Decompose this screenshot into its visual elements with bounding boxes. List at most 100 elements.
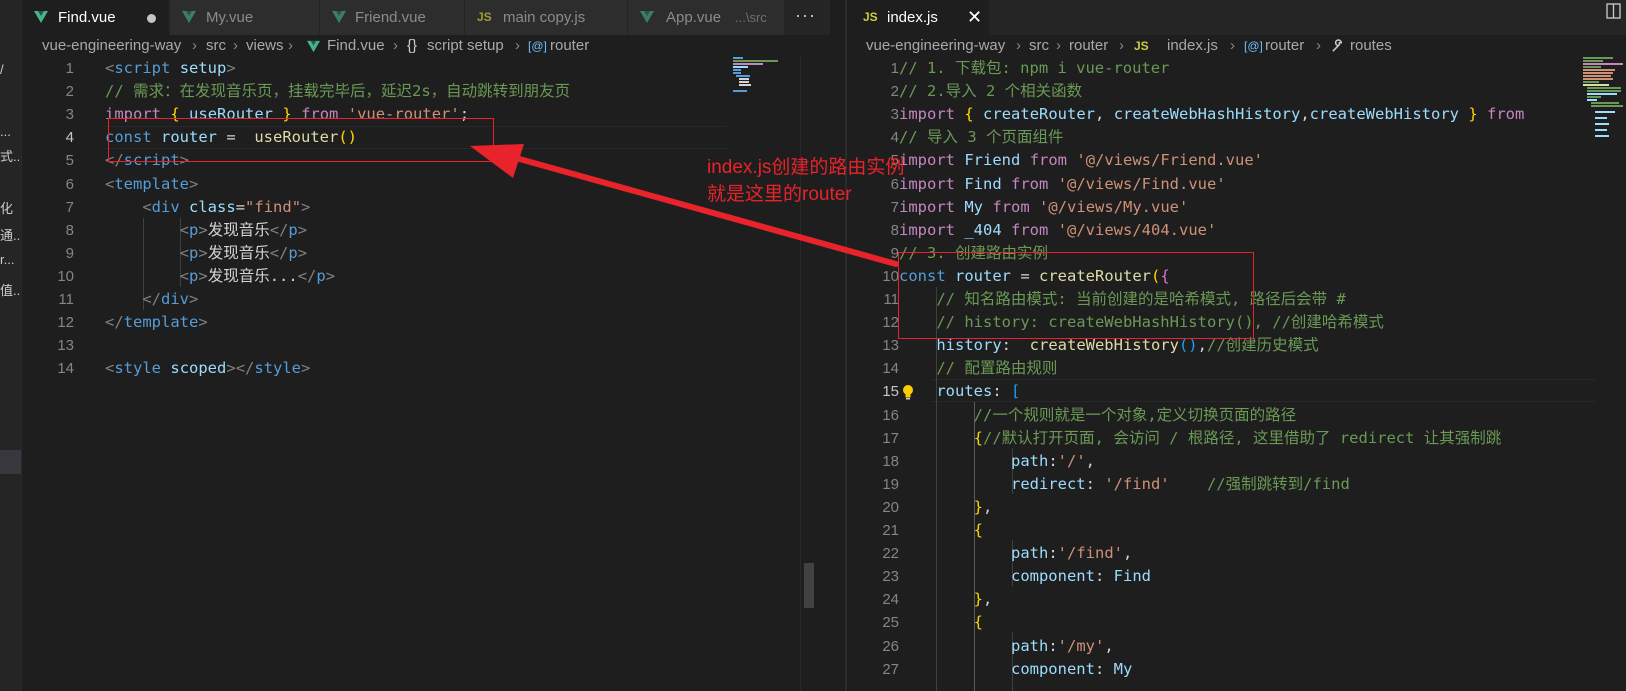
code-line[interactable]: <template>	[105, 173, 198, 196]
line-number[interactable]: 21	[847, 519, 899, 542]
code-line[interactable]: path:'/my',	[899, 635, 1114, 658]
line-number[interactable]: 22	[847, 542, 899, 565]
line-number[interactable]: 13	[847, 334, 899, 357]
line-number[interactable]: 12	[847, 311, 899, 334]
code-line[interactable]: import { createRouter, createWebHashHist…	[899, 103, 1524, 126]
breadcrumb-item[interactable]: vue-engineering-way	[866, 35, 1005, 57]
breadcrumb-item[interactable]: router	[1069, 35, 1108, 57]
code-line[interactable]: // 配置路由规则	[899, 357, 1057, 380]
code-line[interactable]: import _404 from '@/views/404.vue'	[899, 219, 1216, 242]
code-line[interactable]: },	[899, 496, 993, 519]
code-line[interactable]: {//默认打开页面, 会访问 / 根路径, 这里借助了 redirect 让其强…	[899, 427, 1502, 450]
explorer-selected-row[interactable]	[0, 450, 21, 474]
explorer-item[interactable]: 通...	[0, 225, 21, 244]
line-number[interactable]: 14	[847, 357, 899, 380]
line-number[interactable]: 3	[847, 103, 899, 126]
code-line[interactable]: // 需求：在发现音乐页，挂载完毕后，延迟2s，自动跳转到朋友页	[105, 80, 570, 103]
line-number[interactable]: 20	[847, 496, 899, 519]
line-number[interactable]: 6	[22, 173, 74, 196]
code-line[interactable]: redirect: '/find' //强制跳转到/find	[899, 473, 1350, 496]
line-number[interactable]: 11	[22, 288, 74, 311]
line-number[interactable]: 18	[847, 450, 899, 473]
code-line[interactable]: //一个规则就是一个对象,定义切换页面的路径	[899, 404, 1297, 427]
line-number[interactable]: 17	[847, 427, 899, 450]
code-line[interactable]: <script setup>	[105, 57, 236, 80]
breadcrumb-item[interactable]: src	[1029, 35, 1049, 57]
line-number[interactable]: 8	[847, 219, 899, 242]
line-number[interactable]: 4	[22, 126, 74, 149]
breadcrumb-item[interactable]: router	[1265, 35, 1304, 57]
breadcrumb-item[interactable]: Find.vue	[327, 35, 385, 57]
scrollbar-thumb[interactable]	[804, 563, 814, 608]
breadcrumb-item[interactable]: index.js	[1167, 35, 1218, 57]
code-line[interactable]: <div class="find">	[105, 196, 310, 219]
line-number[interactable]: 2	[22, 80, 74, 103]
code-line[interactable]: },	[899, 588, 993, 611]
code-line[interactable]: import Find from '@/views/Find.vue'	[899, 173, 1226, 196]
explorer-item[interactable]: 值...	[0, 280, 21, 299]
code-line[interactable]: import Friend from '@/views/Friend.vue'	[899, 149, 1263, 172]
code-line[interactable]: {	[899, 519, 983, 542]
line-number[interactable]: 9	[847, 242, 899, 265]
code-line[interactable]: <p>发现音乐</p>	[105, 219, 307, 242]
code-line[interactable]: <p>发现音乐...</p>	[105, 265, 335, 288]
line-number[interactable]: 10	[22, 265, 74, 288]
code-line[interactable]: // 1. 下载包: npm i vue-router	[899, 57, 1169, 80]
more-actions-icon[interactable]: ···	[795, 0, 816, 30]
line-number[interactable]: 8	[22, 219, 74, 242]
code-line[interactable]: </template>	[105, 311, 208, 334]
breadcrumb-item[interactable]: views	[246, 35, 284, 57]
unsaved-dot-icon[interactable]	[147, 14, 156, 23]
line-number[interactable]: 7	[22, 196, 74, 219]
line-number[interactable]: 24	[847, 588, 899, 611]
tab-my-vue[interactable]: My.vue	[170, 0, 320, 35]
line-number[interactable]: 19	[847, 473, 899, 496]
code-line[interactable]: </div>	[105, 288, 198, 311]
close-icon[interactable]: ✕	[967, 0, 982, 35]
tab-friend-vue[interactable]: Friend.vue	[320, 0, 465, 35]
line-number[interactable]: 26	[847, 635, 899, 658]
code-line[interactable]: import My from '@/views/My.vue'	[899, 196, 1188, 219]
breadcrumb-item[interactable]: routes	[1350, 35, 1392, 57]
code-line[interactable]: {	[899, 611, 983, 634]
line-number[interactable]: 1	[22, 57, 74, 80]
tab-main-copy-js[interactable]: JS main copy.js	[465, 0, 628, 35]
code-line[interactable]: <p>发现音乐</p>	[105, 242, 307, 265]
line-number[interactable]: 25	[847, 611, 899, 634]
line-number[interactable]: 9	[22, 242, 74, 265]
vertical-scrollbar[interactable]	[800, 57, 815, 691]
code-line[interactable]: // 导入 3 个页面组件	[899, 126, 1064, 149]
breadcrumb-item[interactable]: vue-engineering-way	[42, 35, 181, 57]
explorer-item[interactable]: 化	[0, 198, 21, 217]
explorer-item[interactable]: r...	[0, 252, 21, 267]
line-number[interactable]: 15	[847, 380, 899, 403]
explorer-item[interactable]: ...	[0, 124, 21, 139]
minimap[interactable]	[733, 57, 793, 97]
code-line[interactable]: component: My	[899, 658, 1132, 681]
tab-find-vue[interactable]: Find.vue	[22, 0, 170, 35]
breadcrumb-item[interactable]: src	[206, 35, 226, 57]
minimap[interactable]	[1583, 57, 1625, 147]
tab-index-js[interactable]: JS index.js ✕	[847, 0, 990, 35]
code-line[interactable]: <style scoped></style>	[105, 357, 310, 380]
breadcrumb-item[interactable]: script setup	[427, 35, 504, 57]
line-number[interactable]: 5	[22, 149, 74, 172]
tab-app-vue[interactable]: App.vue ...\src	[628, 0, 785, 35]
code-line[interactable]: routes: [	[899, 380, 1020, 403]
line-number[interactable]: 10	[847, 265, 899, 288]
line-number[interactable]: 23	[847, 565, 899, 588]
breadcrumb-item[interactable]: router	[550, 35, 589, 57]
line-number[interactable]: 12	[22, 311, 74, 334]
split-editor-icon[interactable]	[1600, 0, 1626, 24]
line-number[interactable]: 2	[847, 80, 899, 103]
line-number[interactable]: 13	[22, 334, 74, 357]
code-line[interactable]: path:'/find',	[899, 542, 1132, 565]
explorer-item[interactable]: /	[0, 62, 21, 77]
line-number[interactable]: 3	[22, 103, 74, 126]
code-line[interactable]: path:'/',	[899, 450, 1095, 473]
line-number[interactable]: 4	[847, 126, 899, 149]
line-number[interactable]: 11	[847, 288, 899, 311]
line-number[interactable]: 16	[847, 404, 899, 427]
code-line[interactable]: // 2.导入 2 个相关函数	[899, 80, 1082, 103]
explorer-item[interactable]: 式...	[0, 146, 21, 165]
